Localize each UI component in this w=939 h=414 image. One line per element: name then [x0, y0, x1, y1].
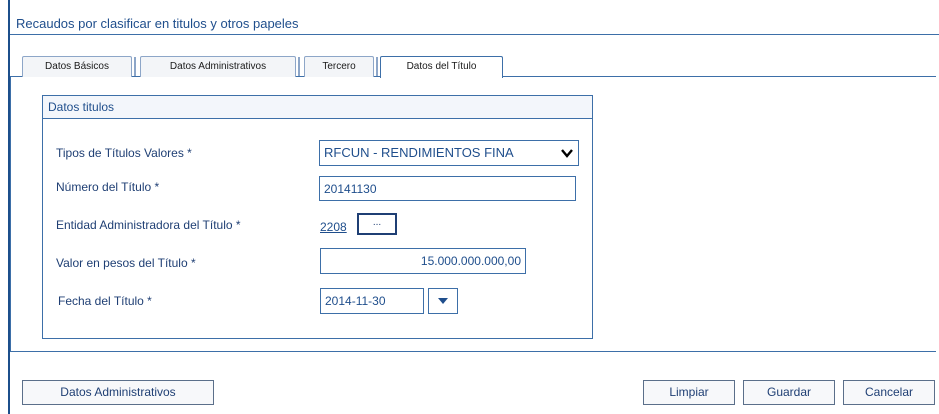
entidad-label: Entidad Administradora del Título *	[56, 218, 241, 232]
date-picker-button[interactable]	[428, 288, 458, 314]
tab-datos-del-titulo[interactable]: Datos del Título	[380, 56, 503, 78]
valor-input[interactable]	[320, 248, 526, 274]
valor-label: Valor en pesos del Título *	[56, 256, 196, 270]
tab-datos-administrativos[interactable]: Datos Administrativos	[140, 56, 296, 77]
triangle-down-icon	[438, 298, 448, 304]
section-title: Datos titulos	[48, 100, 115, 114]
tab-tercero[interactable]: Tercero	[304, 56, 374, 77]
tipo-titulo-label: Tipos de Títulos Valores *	[56, 146, 192, 160]
cancelar-button[interactable]: Cancelar	[843, 380, 935, 405]
section-header: Datos titulos	[43, 96, 592, 119]
datos-administrativos-button[interactable]: Datos Administrativos	[22, 380, 214, 405]
tab-datos-basicos[interactable]: Datos Básicos	[22, 56, 132, 77]
window-title: Recaudos por clasificar en titulos y otr…	[16, 16, 299, 31]
fecha-input[interactable]	[320, 288, 424, 314]
window-title-bar: Recaudos por clasificar en titulos y otr…	[10, 12, 939, 35]
tipo-titulo-select[interactable]: RFCUN - RENDIMIENTOS FINA	[319, 140, 579, 166]
chevron-down-icon	[561, 149, 573, 158]
numero-titulo-label: Número del Título *	[56, 180, 160, 194]
tab-separator	[134, 57, 136, 76]
tipo-titulo-value: RFCUN - RENDIMIENTOS FINA	[324, 145, 514, 160]
tab-separator	[298, 57, 300, 76]
entidad-lookup-button[interactable]: ...	[357, 213, 397, 235]
fecha-label: Fecha del Título *	[58, 294, 152, 308]
numero-titulo-input[interactable]	[319, 176, 576, 201]
tab-separator	[376, 57, 378, 76]
guardar-button[interactable]: Guardar	[743, 380, 835, 405]
entidad-code-link[interactable]: 2208	[320, 220, 347, 234]
limpiar-button[interactable]: Limpiar	[643, 380, 735, 405]
